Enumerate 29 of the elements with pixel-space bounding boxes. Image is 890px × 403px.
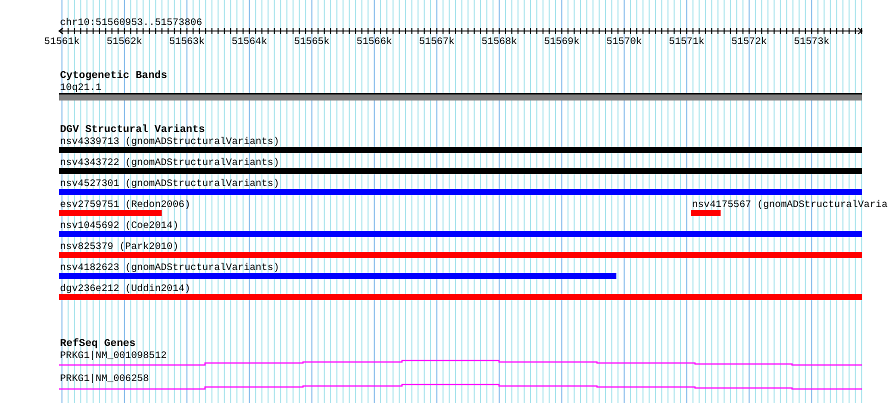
tick-label: 51563k (169, 36, 205, 47)
track-title: RefSeq Genes (60, 338, 136, 350)
variant-label: nsv825379 (Park2010) (60, 241, 179, 252)
variant-label: nsv4343722 (gnomADStructuralVariants) (60, 157, 280, 168)
region-label: chr10:51560953..51573806 (60, 17, 202, 28)
tick-label: 51562k (106, 36, 142, 47)
tick-label: 51565k (294, 36, 330, 47)
gene-label: PRKG1|NM_001098512 (60, 350, 167, 361)
variant-label: nsv4339713 (gnomADStructuralVariants) (60, 136, 280, 147)
variant-label: dgv236e212 (Uddin2014) (60, 283, 190, 294)
variant-label: nsv4527301 (gnomADStructuralVariants) (60, 178, 280, 189)
variant-label: nsv1045692 (Coe2014) (60, 220, 179, 231)
variant-label: nsv4175567 (gnomADStructuralVaria (692, 199, 888, 210)
variant-label: nsv4182623 (gnomADStructuralVariants) (60, 262, 280, 273)
tick-label: 51570k (606, 36, 642, 47)
track-title: DGV Structural Variants (60, 124, 205, 136)
track-title: Cytogenetic Bands (60, 70, 168, 82)
band-label: 10q21.1 (60, 82, 102, 93)
tick-label: 51572k (731, 36, 767, 47)
variant-label: esv2759751 (Redon2006) (60, 199, 190, 210)
tick-label: 51571k (668, 36, 704, 47)
tick-label: 51573k (794, 36, 830, 47)
tick-label: 51561k (44, 36, 80, 47)
tick-label: 51564k (232, 36, 268, 47)
tick-label: 51567k (419, 36, 455, 47)
tick-label: 51569k (544, 36, 580, 47)
tick-label: 51566k (356, 36, 392, 47)
gene-label: PRKG1|NM_006258 (60, 373, 149, 384)
tick-label: 51568k (481, 36, 518, 47)
